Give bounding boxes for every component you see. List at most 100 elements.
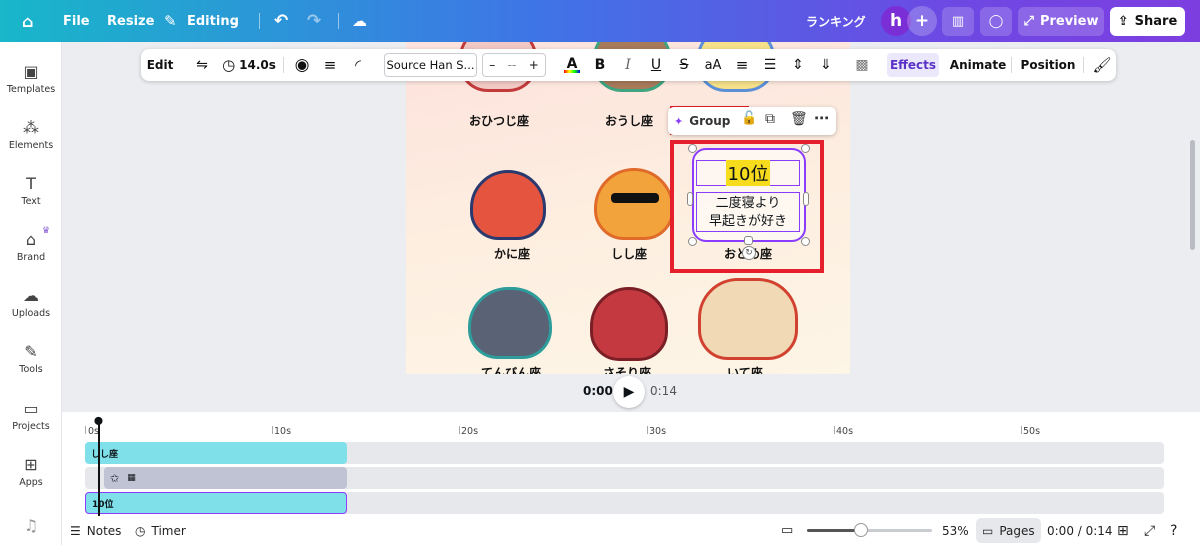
sidebar-item-brand[interactable]: ⌂ Brand ♛ bbox=[0, 224, 62, 276]
preview-button[interactable]: ⤢ Preview bbox=[1018, 7, 1104, 36]
add-collaborator-icon[interactable]: + bbox=[907, 6, 937, 36]
playhead-marker-icon[interactable]: ⬤ bbox=[94, 416, 103, 425]
tick-label: 50s bbox=[1023, 426, 1041, 437]
group-button[interactable]: ✦ Group bbox=[674, 107, 730, 135]
sidebar-item-label: Tools bbox=[19, 364, 43, 375]
help-icon[interactable]: ? bbox=[1170, 516, 1177, 545]
pages-icon: ▭ bbox=[982, 523, 994, 538]
leo-character[interactable] bbox=[594, 168, 674, 240]
tick-label: 40s bbox=[836, 426, 854, 437]
share-button[interactable]: ⇪ Share bbox=[1110, 7, 1185, 36]
trash-icon[interactable]: 🗑 bbox=[790, 111, 808, 127]
font-size-stepper[interactable]: – -- + bbox=[482, 53, 546, 77]
font-size-decrease[interactable]: – bbox=[489, 58, 495, 72]
spacing-icon[interactable]: ⇕ bbox=[787, 49, 809, 81]
letter-case-button[interactable]: aA bbox=[701, 49, 725, 81]
clip-leo[interactable]: しし座 bbox=[85, 442, 347, 464]
more-options-icon[interactable]: ⋯ bbox=[814, 109, 829, 127]
play-button[interactable]: ▶ bbox=[613, 376, 645, 408]
redo-icon[interactable]: ↷ bbox=[307, 0, 321, 42]
italic-button[interactable]: I bbox=[617, 49, 639, 81]
underline-button[interactable]: U bbox=[645, 49, 667, 81]
text-color-button[interactable]: A bbox=[561, 49, 583, 81]
font-size-value[interactable]: -- bbox=[508, 58, 517, 72]
flip-icon[interactable]: ⇋ bbox=[191, 49, 213, 81]
file-menu[interactable]: File bbox=[63, 0, 90, 42]
bold-button[interactable]: B bbox=[589, 49, 611, 81]
comment-icon[interactable]: ◯ bbox=[980, 7, 1012, 36]
sidebar-item-apps[interactable]: ⊞ Apps bbox=[0, 449, 62, 501]
group-star-icon: ✩ bbox=[110, 471, 120, 485]
sidebar-item-music[interactable]: ♫ bbox=[0, 514, 62, 542]
apps-icon: ⊞ bbox=[24, 455, 38, 474]
scorpio-character[interactable] bbox=[590, 287, 668, 361]
strikethrough-button[interactable]: S bbox=[673, 49, 695, 81]
home-icon[interactable]: ⌂ bbox=[22, 0, 33, 42]
fullscreen-icon[interactable]: ⤢ bbox=[1144, 516, 1155, 545]
sidebar-item-text[interactable]: T Text bbox=[0, 168, 62, 220]
insights-chart-icon[interactable]: ▥ bbox=[942, 7, 974, 36]
zoom-slider-thumb[interactable] bbox=[854, 523, 868, 537]
playhead[interactable] bbox=[98, 420, 100, 516]
font-family-dropdown[interactable]: Source Han S... bbox=[384, 53, 477, 77]
text-toolbar: Edit ⇋ ◷ 14.0s ◉ ≡ ◜ Source Han S... – -… bbox=[141, 49, 1116, 81]
paint-roller-icon[interactable]: 🖌 bbox=[1091, 49, 1113, 81]
clip-group[interactable]: ✩ ▦ bbox=[104, 467, 347, 489]
duplicate-icon[interactable]: ⧉ bbox=[765, 111, 775, 127]
tick-line bbox=[647, 426, 648, 434]
current-time: 0:00 bbox=[583, 384, 613, 398]
tick-label: 30s bbox=[649, 426, 667, 437]
transparency-icon[interactable]: ▩ bbox=[851, 49, 873, 81]
align-center-icon[interactable]: ≡ bbox=[731, 49, 753, 81]
sidebar-item-projects[interactable]: ▭ Projects bbox=[0, 393, 62, 445]
pages-button[interactable]: ▭ Pages bbox=[976, 518, 1041, 543]
upload-icon: ⇪ bbox=[1117, 14, 1129, 29]
sidebar-item-label: Text bbox=[21, 196, 41, 207]
animate-button[interactable]: Animate bbox=[949, 49, 1007, 81]
border-style-icon[interactable]: ≡ bbox=[319, 49, 341, 81]
pages-label: Pages bbox=[999, 523, 1035, 538]
vertical-text-icon[interactable]: ⇓ bbox=[815, 49, 837, 81]
corner-rounding-icon[interactable]: ◜ bbox=[347, 49, 369, 81]
text-color-icon: A bbox=[566, 55, 578, 72]
projects-icon: ▭ bbox=[23, 399, 39, 418]
position-button[interactable]: Position bbox=[1019, 49, 1077, 81]
pencil-icon: ✎ bbox=[164, 12, 177, 30]
sidebar-item-elements[interactable]: ⁂ Elements bbox=[0, 112, 62, 164]
sidebar-item-label: Apps bbox=[19, 477, 43, 488]
text-icon: T bbox=[26, 174, 36, 193]
timer-button[interactable]: ◷ Timer bbox=[135, 516, 186, 545]
templates-icon: ▣ bbox=[23, 62, 39, 81]
duration-label: 14.0s bbox=[239, 58, 276, 72]
zoom-slider[interactable] bbox=[807, 523, 932, 537]
color-circle-icon[interactable]: ◉ bbox=[291, 49, 313, 81]
sidebar-item-uploads[interactable]: ☁ Uploads bbox=[0, 280, 62, 332]
context-menu: ✦ Group 🔓 ⧉ 🗑 ⋯ bbox=[668, 107, 836, 135]
vertical-scrollbar[interactable] bbox=[1190, 140, 1195, 250]
grid-view-icon[interactable]: ⊞ bbox=[1117, 516, 1129, 545]
sidebar-item-label: Projects bbox=[12, 421, 50, 432]
resize-button[interactable]: Resize bbox=[107, 0, 154, 42]
sidebar-item-label: Templates bbox=[6, 84, 56, 95]
zoom-level[interactable]: 53% bbox=[942, 516, 969, 545]
sagittarius-character[interactable] bbox=[698, 278, 798, 360]
font-size-increase[interactable]: + bbox=[529, 58, 539, 72]
chevron-down-icon[interactable]: ⌄ bbox=[231, 0, 240, 42]
cancer-character[interactable] bbox=[470, 170, 546, 240]
notes-button[interactable]: ☰ Notes bbox=[70, 516, 121, 545]
total-time: 0:14 bbox=[650, 384, 677, 398]
libra-character[interactable] bbox=[468, 287, 552, 359]
project-title[interactable]: ランキング bbox=[806, 0, 866, 42]
sidebar-item-tools[interactable]: ✎ Tools bbox=[0, 336, 62, 388]
cloud-save-icon[interactable]: ☁ bbox=[352, 0, 367, 42]
bullet-list-icon[interactable]: ☰ bbox=[759, 49, 781, 81]
duration-button[interactable]: ◷ 14.0s bbox=[221, 49, 277, 81]
edit-button[interactable]: Edit bbox=[147, 49, 174, 81]
effects-button[interactable]: Effects bbox=[887, 53, 939, 77]
clip-rank[interactable]: 10位 bbox=[85, 492, 347, 514]
sidebar-item-templates[interactable]: ▣ Templates bbox=[0, 56, 62, 108]
page-view-icon[interactable]: ▭ bbox=[781, 516, 793, 545]
undo-icon[interactable]: ↶ bbox=[274, 0, 288, 42]
lock-icon[interactable]: 🔓 bbox=[741, 111, 757, 126]
tick-line bbox=[85, 426, 86, 434]
